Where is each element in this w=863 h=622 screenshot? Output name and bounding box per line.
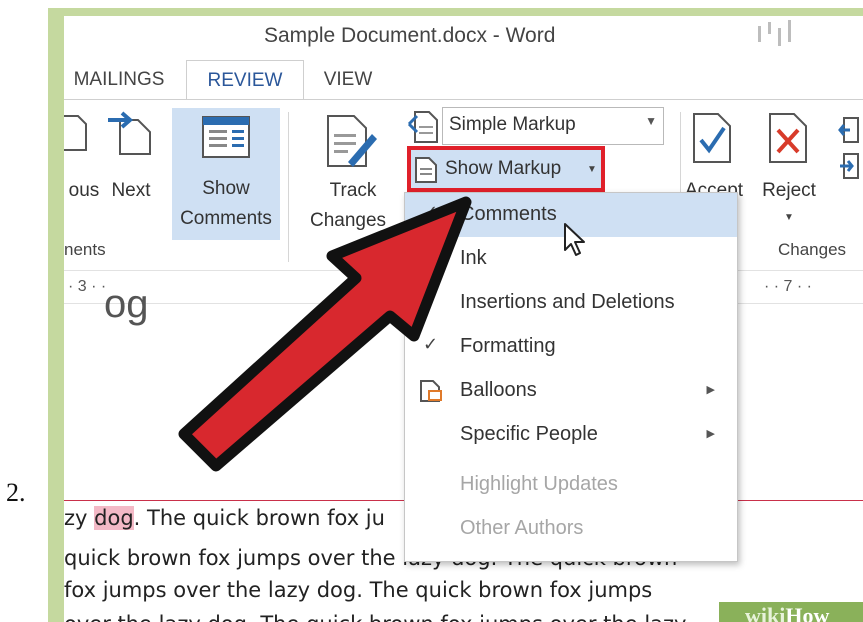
screenshot-frame: Sample Document.docx - Word MAILINGS REV…: [48, 8, 863, 622]
watermark-wiki: wiki: [745, 603, 786, 622]
mouse-cursor-icon: [564, 223, 585, 256]
wikihow-watermark: wikiHow: [719, 602, 863, 622]
red-pointer-arrow-icon: [178, 196, 472, 472]
word-window: Sample Document.docx - Word MAILINGS REV…: [64, 16, 863, 622]
watermark-how: How: [785, 603, 830, 622]
step-number: 2.: [6, 478, 26, 507]
